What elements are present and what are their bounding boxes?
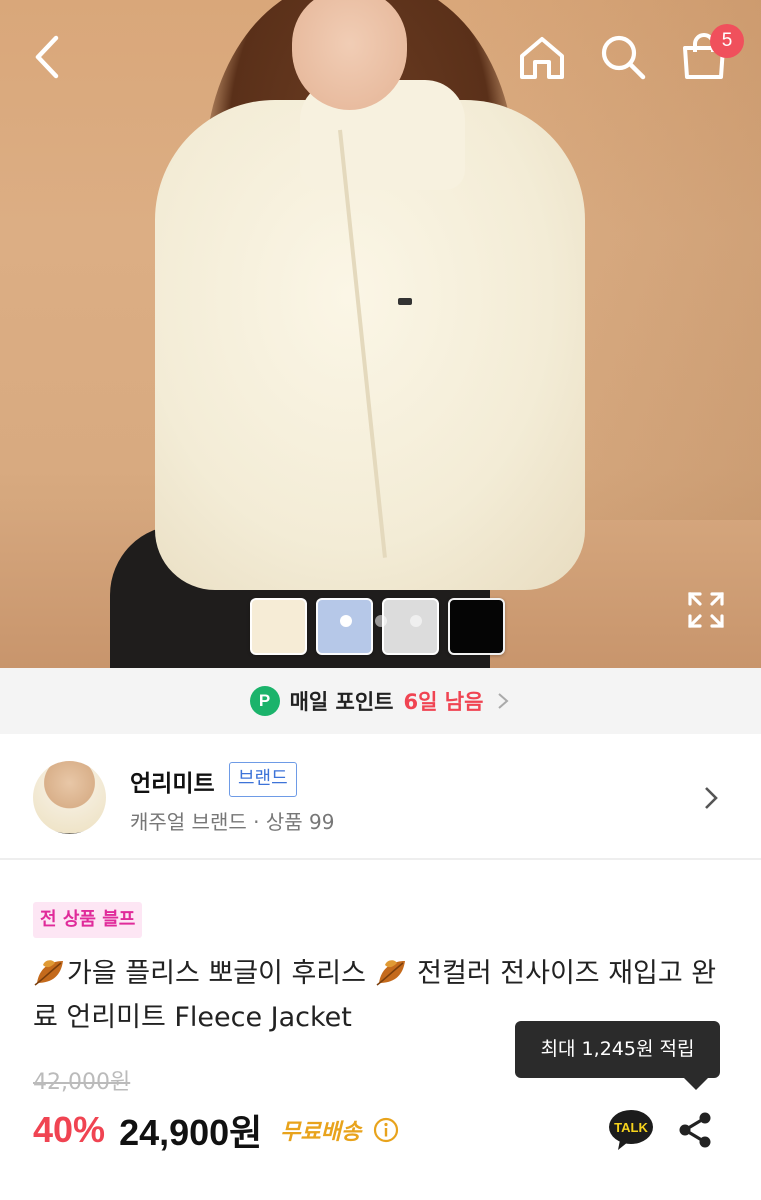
points-label: 매일 포인트 [289,690,394,714]
promo-badge: 전 상품 블프 [33,902,143,938]
page-dot [375,615,387,627]
chevron-right-icon [705,787,718,809]
info-icon[interactable] [373,1117,399,1143]
fallen-leaf-icon [376,960,405,986]
page-dot [410,615,422,627]
product-title-part1: 가을 플리스 뽀글이 후리스 [67,958,375,989]
daily-points-banner[interactable]: P 매일 포인트 6일 남음 [0,668,761,734]
cart-count-badge: 5 [710,24,744,58]
original-price: 42,000원 [33,1070,131,1095]
product-image[interactable]: 5 [0,0,761,668]
swatch-cream[interactable] [250,598,307,655]
kakao-talk-share-icon[interactable]: TALK [608,1108,654,1152]
discount-rate: 40% [33,1109,106,1150]
brand-subtitle: 캐주얼 브랜드 · 상품 99 [130,810,335,834]
reward-tooltip: 최대 1,245원 적립 [515,1021,720,1090]
brand-row[interactable]: 언리미트 브랜드 캐주얼 브랜드 · 상품 99 [0,734,761,860]
fallen-leaf-icon [34,960,63,986]
price-row: 40% 24,900원 무료배송 [33,1104,399,1156]
page-indicator [340,615,422,627]
expand-icon[interactable] [686,590,726,630]
share-icon[interactable] [676,1110,714,1150]
home-icon[interactable] [516,34,568,82]
swatch-black[interactable] [448,598,505,655]
jacket-logo [398,298,412,305]
search-icon[interactable] [598,32,648,82]
back-icon[interactable] [28,32,68,82]
brand-name: 언리미트 [130,771,215,797]
chevron-right-icon [498,693,509,709]
page-dot [340,615,352,627]
brand-avatar [33,761,106,834]
point-icon: P [249,686,280,716]
points-days-left: 6일 남음 [403,690,484,714]
brand-badge: 브랜드 [229,762,297,797]
free-shipping-label: 무료배송 [280,1120,362,1145]
talk-label: TALK [614,1120,648,1135]
sale-price: 24,900원 [119,1112,263,1153]
